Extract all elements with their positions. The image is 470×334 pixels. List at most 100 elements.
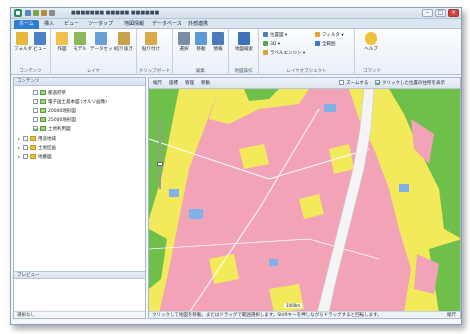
layer-tree-item[interactable]: ▸ 地番図 [18,153,52,161]
layer-visibility-checkbox[interactable] [33,126,38,131]
undo-icon[interactable] [33,10,39,16]
help-button[interactable]: ヘルプ [361,32,381,52]
layer-tree-item[interactable]: 25000地形図 [28,117,76,125]
ribbon-group-label: 編集 [196,69,205,74]
layer-tree-item[interactable]: 電子国土基本図 (オルソ画像) [28,99,107,107]
location-icon [263,32,268,37]
move-icon [195,32,207,45]
ribbon-group-contents: フォルダ ビュー コンテンツ [11,29,51,75]
info-icon [212,32,224,45]
layer-visibility-checkbox[interactable] [23,145,28,150]
zoom-slider[interactable] [157,119,163,189]
minimize-button[interactable]: – [422,9,433,17]
full-extent-button[interactable]: 全範囲 [315,41,336,48]
model-button[interactable]: モデル [72,32,88,52]
layer-tree-label: 土地利用図 [48,127,71,132]
map-road-2 [188,108,320,313]
scissors-icon [178,32,190,45]
dataset-icon [95,32,107,45]
quick-access-icon[interactable] [49,10,55,16]
map-panel: 縮尺 座標 管理 移動 ズームする クリックした位置の住所を表示 1000m ク… [148,77,461,319]
map-toolbar-coords[interactable]: 座標 [169,80,178,86]
select-button[interactable]: 選択 [176,32,192,52]
app-window: ■■■■■■■ ■■■■■ ■■■■■■ – □ × ホーム 挿入 ビュー ツー… [10,7,462,325]
title-bar: ■■■■■■■ ■■■■■ ■■■■■■ – □ × [11,8,461,19]
layer-tree-label: 20000地形図 [48,109,76,114]
ribbon-group-map: 地図検索 地図操作 [229,29,259,75]
filter-dropdown[interactable]: フィルタ ▾ [315,32,344,39]
redo-icon[interactable] [41,10,47,16]
layer-visibility-checkbox[interactable] [33,108,38,113]
maximize-button[interactable]: □ [435,9,446,17]
map-search-icon [238,32,250,45]
map-canvas[interactable]: 1000m [149,89,460,313]
ribbon-group-label: 地図操作 [234,69,253,74]
map-area-water-1 [189,209,203,219]
layer-visibility-checkbox[interactable] [33,90,38,95]
move-button[interactable]: 移動 [193,32,209,52]
pencil-icon [56,32,68,45]
tab-database[interactable]: データベース [147,20,187,29]
layer-tree-label: 都道府県 [48,91,66,96]
layer-tree-item[interactable]: ▸ 用途地域 [18,135,56,143]
map-toolbar-scale[interactable]: 縮尺 [153,80,162,86]
ribbon-group-clipboard: 貼り付け クリップボード [137,29,173,75]
map-toolbar-manage[interactable]: 管理 [185,80,194,86]
filter-icon [315,32,320,37]
folder-icon [30,154,36,159]
zoom-checkbox[interactable]: ズームする [339,80,368,86]
layer-tree-label: 25000地形図 [48,118,76,123]
tab-view[interactable]: ビュー [59,20,84,29]
paste-button[interactable]: 貼り付け [141,32,161,52]
layer-visibility-checkbox[interactable] [33,99,38,104]
map-scale-label: 縮尺 [447,313,456,318]
map-toolbar-move[interactable]: 移動 [201,80,210,86]
ribbon-group-layer-object: 位置図 ▾ 3D ▾ ラベルエンジン ▾ フィルタ ▾ 全範囲 レイヤオブジェク… [259,29,355,75]
layer-tree-item[interactable]: 20000地形図 [28,108,76,116]
zoom-checkbox-box[interactable] [339,80,344,85]
3d-dropdown[interactable]: 3D ▾ [263,41,280,48]
draw-button[interactable]: 作図 [54,32,70,52]
map-search-button[interactable]: 地図検索 [233,32,255,52]
map-river [316,89,375,313]
layer-tree-item[interactable]: ▸ 土地区画 [18,144,56,152]
zoom-slider-knob[interactable] [157,162,163,166]
layer-tree-label: 土地区画 [38,146,56,151]
close-button[interactable]: × [448,9,459,17]
ribbon-group-edit: 選択 移動 情報 編集 [173,29,229,75]
tab-tools[interactable]: ツータップ [83,20,118,29]
view-icon [34,32,46,45]
label-icon [263,50,268,55]
view-button[interactable]: ビュー [32,32,48,52]
zoom-slider-track[interactable] [159,119,161,189]
cube-icon [263,41,268,46]
layer-tree-label: 電子国土基本図 (オルソ画像) [48,100,107,105]
layer-icon [40,117,46,122]
map-area-water-2 [169,189,179,197]
layer-tree-item[interactable]: 都道府県 [28,90,66,98]
clip-button[interactable]: 切り抜き [114,32,134,52]
location-dropdown[interactable]: 位置図 ▾ [263,32,287,39]
tab-map-info[interactable]: 地図情報 [119,20,149,29]
layer-visibility-checkbox[interactable] [23,136,28,141]
info-button[interactable]: 情報 [210,32,226,52]
tab-insert[interactable]: 挿入 [39,20,59,29]
paste-icon [145,32,157,45]
window-title: ■■■■■■■ ■■■■■ ■■■■■■ [71,10,160,16]
land-use-map [149,89,460,313]
layer-tree-label: 地番図 [38,155,52,160]
tab-home[interactable]: ホーム [14,20,39,29]
layer-visibility-checkbox[interactable] [23,154,28,159]
label-engine-dropdown[interactable]: ラベルエンジン ▾ [263,50,305,57]
show-address-checkbox-box[interactable] [375,80,380,85]
contents-panel: コンテンツ 都道府県 電子国土基本図 (オルソ画像) 20000地形図 25000地形… [13,77,146,319]
ribbon-group-command: ヘルプ コマンド [355,29,389,75]
folder-button[interactable]: フォルダ [14,32,32,52]
layer-tree-item[interactable]: 土地利用図 [28,126,71,134]
save-icon[interactable] [25,10,31,16]
layer-visibility-checkbox[interactable] [33,117,38,122]
tab-external[interactable]: 外部連携 [183,20,213,29]
map-area-water-5 [269,259,278,266]
dataset-button[interactable]: データセット [90,32,117,52]
show-address-checkbox[interactable]: クリックした位置の住所を表示 [375,80,445,86]
